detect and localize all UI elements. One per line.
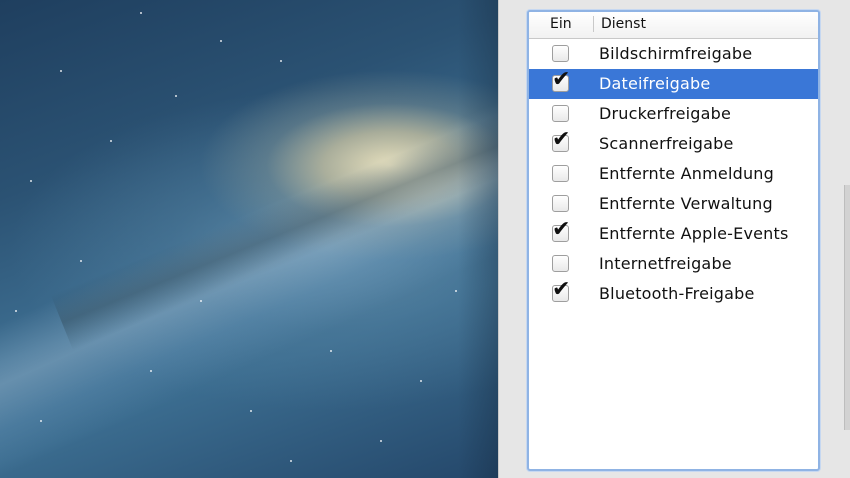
table-header: Ein Dienst xyxy=(529,12,818,39)
service-label: Entfernte Anmeldung xyxy=(599,164,774,183)
service-row[interactable]: ✔ Bluetooth-Freigabe xyxy=(529,279,818,309)
service-label: Dateifreigabe xyxy=(599,74,711,93)
service-checkbox[interactable]: ✔ xyxy=(552,129,570,152)
service-row[interactable]: Entfernte Verwaltung xyxy=(529,189,818,219)
checkmark-icon: ✔ xyxy=(552,67,571,92)
star xyxy=(110,140,112,142)
star xyxy=(220,40,222,42)
star xyxy=(280,60,282,62)
service-checkbox[interactable]: ✔ xyxy=(552,69,570,92)
star xyxy=(15,310,17,312)
column-separator xyxy=(593,16,594,32)
star xyxy=(200,300,202,302)
star xyxy=(140,12,142,14)
service-label: Druckerfreigabe xyxy=(599,104,732,123)
service-row[interactable]: ✔ Entfernte Apple-Events xyxy=(529,219,818,249)
service-label: Bildschirmfreigabe xyxy=(599,44,753,63)
star xyxy=(30,180,32,182)
service-row[interactable]: ✔ Dateifreigabe xyxy=(529,69,818,99)
star xyxy=(455,290,457,292)
star xyxy=(330,350,332,352)
service-label: Scannerfreigabe xyxy=(599,134,734,153)
service-label: Bluetooth-Freigabe xyxy=(599,284,755,303)
service-label: Internetfreigabe xyxy=(599,254,732,273)
service-row[interactable]: ✔ Scannerfreigabe xyxy=(529,129,818,159)
checkmark-icon: ✔ xyxy=(552,277,571,302)
screen: Ein Dienst Bildschirmfreigabe ✔ Dateifre… xyxy=(0,0,850,478)
service-row[interactable]: Bildschirmfreigabe xyxy=(529,39,818,69)
service-list: Bildschirmfreigabe ✔ Dateifreigabe Druck… xyxy=(529,39,818,309)
service-checkbox[interactable]: ✔ xyxy=(552,219,570,242)
star xyxy=(150,370,152,372)
star xyxy=(380,440,382,442)
service-checkbox[interactable] xyxy=(552,195,569,212)
desktop-wallpaper xyxy=(0,0,498,478)
service-label: Entfernte Verwaltung xyxy=(599,194,773,213)
service-label: Entfernte Apple-Events xyxy=(599,224,789,243)
star xyxy=(60,70,62,72)
column-header-enabled[interactable]: Ein xyxy=(550,16,572,32)
service-checkbox[interactable] xyxy=(552,165,569,182)
service-checkbox[interactable] xyxy=(552,255,569,272)
star xyxy=(80,260,82,262)
service-row[interactable]: Internetfreigabe xyxy=(529,249,818,279)
service-row[interactable]: Entfernte Anmeldung xyxy=(529,159,818,189)
service-checkbox[interactable] xyxy=(552,105,569,122)
service-table[interactable]: Ein Dienst Bildschirmfreigabe ✔ Dateifre… xyxy=(527,10,820,471)
checkmark-icon: ✔ xyxy=(552,127,571,152)
star xyxy=(420,380,422,382)
window-shadow xyxy=(458,0,498,478)
service-row[interactable]: Druckerfreigabe xyxy=(529,99,818,129)
star xyxy=(290,460,292,462)
star xyxy=(40,420,42,422)
column-header-service[interactable]: Dienst xyxy=(601,16,646,32)
service-checkbox[interactable] xyxy=(552,45,569,62)
service-checkbox[interactable]: ✔ xyxy=(552,279,570,302)
pane-side-strip xyxy=(844,185,850,430)
checkmark-icon: ✔ xyxy=(552,217,571,242)
star xyxy=(250,410,252,412)
star xyxy=(175,95,177,97)
